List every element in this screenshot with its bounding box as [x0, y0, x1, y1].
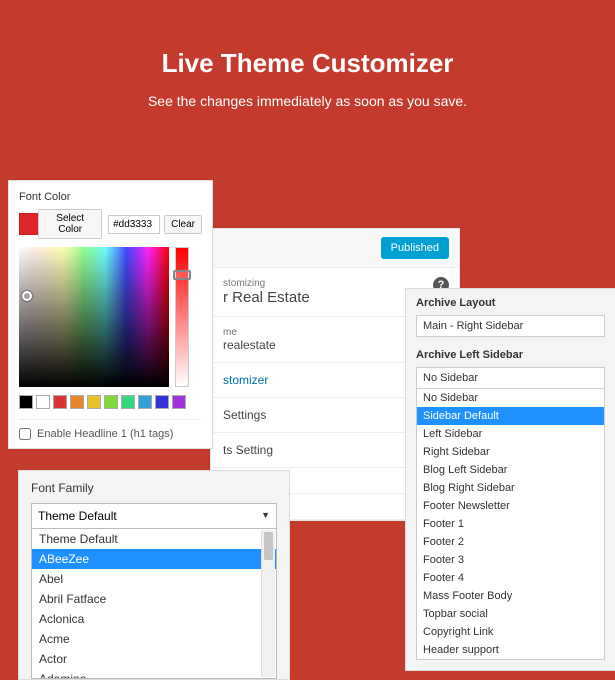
font-option[interactable]: Aclonica: [32, 609, 276, 629]
current-color-swatch[interactable]: [19, 213, 39, 235]
font-color-label: Font Color: [19, 191, 202, 203]
archive-layout-label: Archive Layout: [416, 297, 605, 309]
font-family-selected: Theme Default: [38, 509, 117, 523]
archive-left-sidebar-dropdown[interactable]: No SidebarSidebar DefaultLeft SidebarRig…: [416, 388, 605, 660]
sidebar-option[interactable]: Left Sidebar: [417, 425, 604, 443]
sidebar-option[interactable]: Copyright Link: [417, 623, 604, 641]
clear-button[interactable]: Clear: [164, 215, 202, 234]
sidebar-option[interactable]: Blog Right Sidebar: [417, 479, 604, 497]
font-option[interactable]: Adamina: [32, 669, 276, 679]
preset-swatch[interactable]: [155, 395, 169, 409]
sidebar-option[interactable]: Topbar social: [417, 605, 604, 623]
archive-left-sidebar-select[interactable]: No Sidebar: [416, 367, 605, 389]
font-option[interactable]: ABeeZee: [32, 549, 276, 569]
font-option[interactable]: Acme: [32, 629, 276, 649]
scrollbar-thumb[interactable]: [264, 532, 273, 560]
sidebar-option[interactable]: Blog Left Sidebar: [417, 461, 604, 479]
spectrum-cursor-icon[interactable]: [22, 291, 32, 301]
preset-swatch[interactable]: [36, 395, 50, 409]
font-option[interactable]: Actor: [32, 649, 276, 669]
archive-panel: Archive Layout Main - Right Sidebar Arch…: [405, 288, 615, 671]
scrollbar[interactable]: [261, 530, 275, 677]
archive-left-sidebar-label: Archive Left Sidebar: [416, 349, 605, 361]
sidebar-option[interactable]: Footer 1: [417, 515, 604, 533]
archive-layout-select[interactable]: Main - Right Sidebar: [416, 315, 605, 337]
hex-input[interactable]: [108, 215, 160, 234]
preset-swatch[interactable]: [53, 395, 67, 409]
hue-slider[interactable]: [175, 247, 189, 387]
sidebar-option[interactable]: Mass Footer Body: [417, 587, 604, 605]
font-option[interactable]: Abril Fatface: [32, 589, 276, 609]
preset-swatch[interactable]: [19, 395, 33, 409]
page-subtitle: See the changes immediately as soon as y…: [20, 93, 595, 109]
font-option[interactable]: Theme Default: [32, 529, 276, 549]
sidebar-option[interactable]: Footer 3: [417, 551, 604, 569]
sidebar-option[interactable]: Footer Newsletter: [417, 497, 604, 515]
font-family-label: Font Family: [31, 481, 277, 495]
preset-swatches: [19, 395, 202, 409]
preset-swatch[interactable]: [121, 395, 135, 409]
sidebar-option[interactable]: Footer 4: [417, 569, 604, 587]
sidebar-option[interactable]: Sidebar Default: [417, 407, 604, 425]
preset-swatch[interactable]: [104, 395, 118, 409]
preset-swatch[interactable]: [70, 395, 84, 409]
sidebar-option[interactable]: Right Sidebar: [417, 443, 604, 461]
enable-h1-label: Enable Headline 1 (h1 tags): [37, 428, 173, 440]
select-color-button[interactable]: Select Color: [38, 209, 102, 239]
font-option[interactable]: Abel: [32, 569, 276, 589]
color-spectrum[interactable]: [19, 247, 169, 387]
font-family-dropdown[interactable]: Theme DefaultABeeZeeAbelAbril FatfaceAcl…: [31, 529, 277, 679]
preset-swatch[interactable]: [138, 395, 152, 409]
font-family-select[interactable]: Theme Default: [31, 503, 277, 529]
preset-swatch[interactable]: [172, 395, 186, 409]
font-family-panel: Font Family Theme Default Theme DefaultA…: [18, 470, 290, 680]
preset-swatch[interactable]: [87, 395, 101, 409]
sidebar-option[interactable]: Footer 2: [417, 533, 604, 551]
page-title: Live Theme Customizer: [20, 48, 595, 79]
published-button[interactable]: Published: [381, 237, 449, 259]
font-color-panel: Font Color Select Color Clear Enable Hea…: [8, 180, 213, 449]
hue-handle-icon[interactable]: [173, 270, 191, 280]
enable-h1-checkbox[interactable]: [19, 428, 31, 440]
sidebar-option[interactable]: Header support: [417, 641, 604, 659]
sidebar-option[interactable]: No Sidebar: [417, 389, 604, 407]
